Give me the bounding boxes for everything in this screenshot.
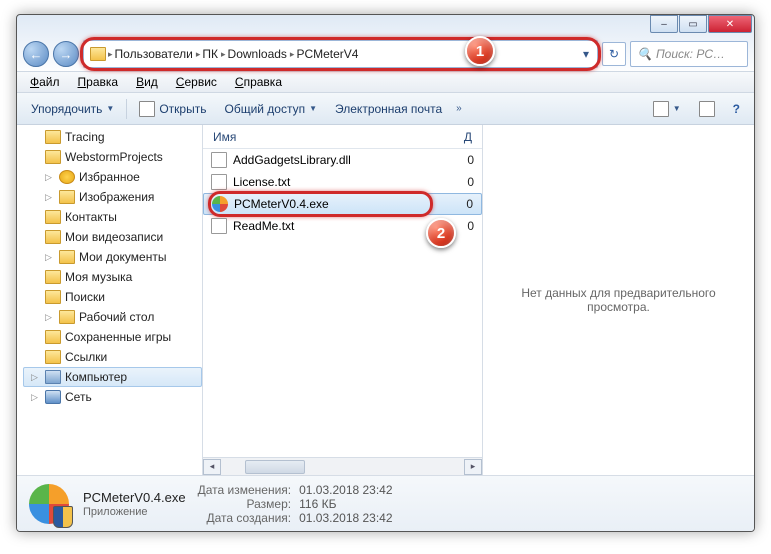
- details-filetype: Приложение: [83, 506, 186, 518]
- tree-item[interactable]: ▷Изображения: [23, 187, 202, 207]
- tree-item[interactable]: Контакты: [23, 207, 202, 227]
- dll-icon: [211, 152, 227, 168]
- search-input[interactable]: 🔍 Поиск: PC…: [630, 41, 748, 67]
- txt-icon: [211, 174, 227, 190]
- email-button[interactable]: Электронная почта: [327, 99, 450, 119]
- exe-icon: [212, 196, 228, 212]
- file-row[interactable]: AddGadgetsLibrary.dll0: [203, 149, 482, 171]
- column-headers[interactable]: Имя Д: [203, 125, 482, 149]
- nav-tree: Tracing WebstormProjects ▷Избранное ▷Изо…: [17, 125, 203, 475]
- folder-icon: [45, 130, 61, 144]
- file-row-selected[interactable]: PCMeterV0.4.exe0: [203, 193, 482, 215]
- network-icon: [45, 390, 61, 404]
- folder-icon: [59, 190, 75, 204]
- forward-button[interactable]: →: [53, 41, 79, 67]
- folder-icon: [59, 250, 75, 264]
- folder-icon: [45, 210, 61, 224]
- toolbar: Упорядочить▼ Открыть Общий доступ▼ Элект…: [17, 93, 754, 125]
- details-filename: PCMeterV0.4.exe: [83, 490, 186, 505]
- tree-item[interactable]: ▷Рабочий стол: [23, 307, 202, 327]
- file-row[interactable]: License.txt0: [203, 171, 482, 193]
- tree-item[interactable]: ▷Избранное: [23, 167, 202, 187]
- refresh-button[interactable]: ↻: [602, 42, 626, 66]
- preview-pane-button[interactable]: [691, 98, 723, 120]
- tree-item[interactable]: Мои видеозаписи: [23, 227, 202, 247]
- view-button[interactable]: ▼: [645, 98, 689, 120]
- txt-icon: [211, 218, 227, 234]
- folder-icon: [45, 350, 61, 364]
- breadcrumb[interactable]: Пользователи▸: [115, 47, 201, 61]
- organize-button[interactable]: Упорядочить▼: [23, 99, 122, 119]
- menu-edit[interactable]: Правка: [71, 73, 126, 91]
- back-button[interactable]: ←: [23, 41, 49, 67]
- view-icon: [653, 101, 669, 117]
- breadcrumb[interactable]: Downloads▸: [228, 47, 295, 61]
- folder-icon: [45, 330, 61, 344]
- maximize-button[interactable]: ▭: [679, 15, 707, 33]
- tree-item[interactable]: ▷Мои документы: [23, 247, 202, 267]
- folder-icon: [45, 290, 61, 304]
- file-list: Имя Д AddGadgetsLibrary.dll0 License.txt…: [203, 125, 483, 475]
- menu-tools[interactable]: Сервис: [169, 73, 224, 91]
- minimize-button[interactable]: –: [650, 15, 678, 33]
- tree-item[interactable]: Сохраненные игры: [23, 327, 202, 347]
- file-large-icon: [27, 482, 71, 526]
- breadcrumb[interactable]: ПК▸: [202, 47, 225, 61]
- menubar: Файл Правка Вид Сервис Справка: [17, 71, 754, 93]
- computer-icon: [45, 370, 61, 384]
- shield-icon: [53, 506, 73, 528]
- col-name[interactable]: Имя: [213, 130, 456, 144]
- col-date[interactable]: Д: [464, 130, 472, 144]
- folder-icon: [45, 270, 61, 284]
- menu-help[interactable]: Справка: [228, 73, 289, 91]
- open-button[interactable]: Открыть: [131, 98, 214, 120]
- folder-icon: [45, 150, 61, 164]
- nav-row: ← → ▸ Пользователи▸ ПК▸ Downloads▸ PCMet…: [17, 37, 754, 71]
- tree-item[interactable]: Поиски: [23, 287, 202, 307]
- tree-item[interactable]: Ссылки: [23, 347, 202, 367]
- preview-pane: Нет данных для предварительного просмотр…: [483, 125, 754, 475]
- tree-item[interactable]: WebstormProjects: [23, 147, 202, 167]
- help-button[interactable]: ?: [725, 99, 748, 119]
- menu-view[interactable]: Вид: [129, 73, 165, 91]
- titlebar: – ▭ ✕: [17, 15, 754, 37]
- preview-icon: [699, 101, 715, 117]
- close-button[interactable]: ✕: [708, 15, 752, 33]
- breadcrumb[interactable]: PCMeterV4: [296, 47, 358, 61]
- toolbar-overflow[interactable]: »: [452, 103, 466, 114]
- menu-file[interactable]: Файл: [23, 73, 67, 91]
- folder-icon: [45, 230, 61, 244]
- star-icon: [59, 170, 75, 184]
- folder-icon: [90, 47, 106, 61]
- tree-item[interactable]: Tracing: [23, 127, 202, 147]
- share-button[interactable]: Общий доступ▼: [216, 99, 325, 119]
- open-icon: [139, 101, 155, 117]
- scroll-thumb[interactable]: [245, 460, 305, 474]
- callout-1: 1: [465, 36, 495, 66]
- search-icon: 🔍: [637, 47, 652, 61]
- tree-item-computer[interactable]: ▷Компьютер: [23, 367, 202, 387]
- address-bar[interactable]: ▸ Пользователи▸ ПК▸ Downloads▸ PCMeterV4…: [83, 40, 598, 68]
- address-dropdown[interactable]: ▾: [577, 43, 595, 65]
- folder-icon: [59, 310, 75, 324]
- tree-item[interactable]: Моя музыка: [23, 267, 202, 287]
- tree-item-network[interactable]: ▷Сеть: [23, 387, 202, 407]
- hscrollbar[interactable]: ◂▸: [203, 457, 482, 475]
- details-pane: PCMeterV0.4.exe Приложение Дата изменени…: [17, 475, 754, 531]
- callout-2: 2: [426, 218, 456, 248]
